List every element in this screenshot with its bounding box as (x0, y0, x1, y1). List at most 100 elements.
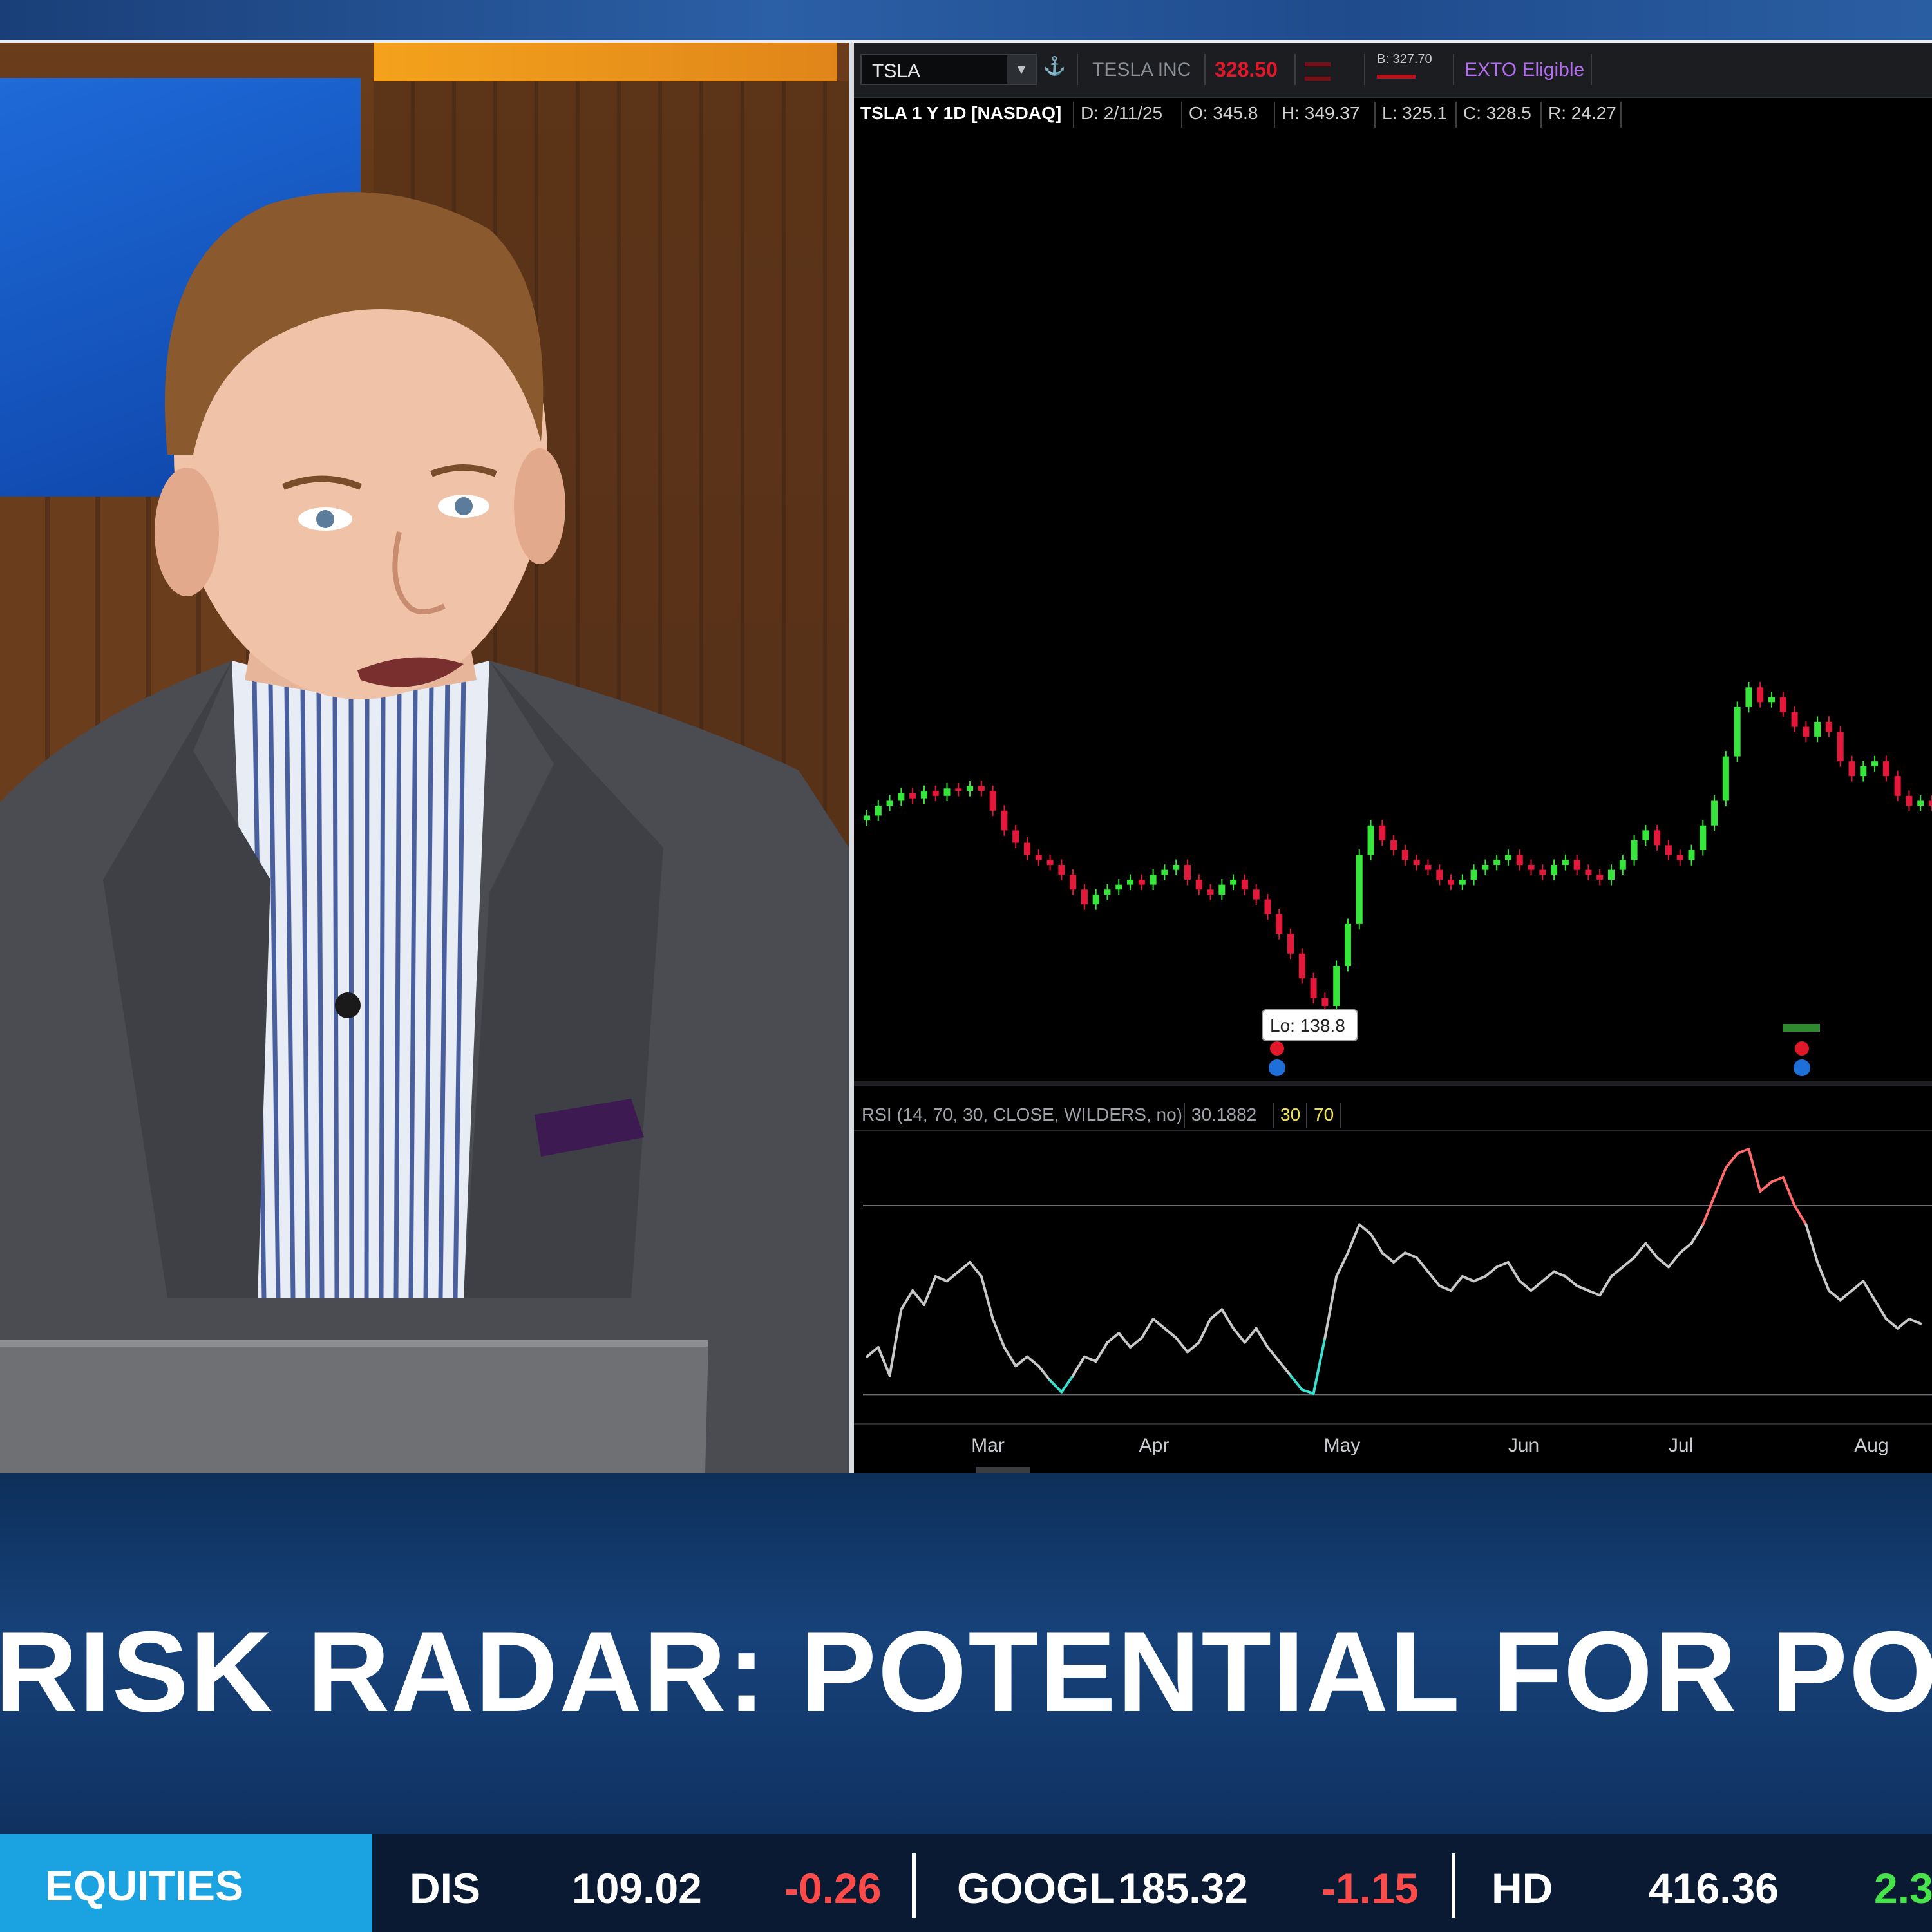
candle-body (1757, 687, 1764, 703)
rsi-line-segment (1323, 1275, 1338, 1340)
rsi-line-segment (1003, 1346, 1018, 1368)
rsi-line-segment (1759, 1180, 1774, 1193)
candle-body (1092, 894, 1099, 905)
rsi-line-segment (1530, 1280, 1544, 1292)
candle-body (1012, 830, 1019, 843)
candle-body (1298, 953, 1305, 979)
lo-label: Lo: 138.8 (1270, 1016, 1345, 1036)
rsi-line-segment (1610, 1265, 1624, 1278)
rsi-line-segment (911, 1289, 925, 1306)
rsi-header-rule (854, 1130, 1932, 1131)
rsi-line-segment (1564, 1275, 1578, 1287)
price-candle (1596, 869, 1604, 886)
ticker-price: 416.36 (1649, 1864, 1779, 1912)
last-price: 328.50 (1215, 58, 1278, 81)
price-candle (1779, 692, 1786, 718)
link-icon[interactable]: ⚓ (1043, 55, 1066, 84)
rsi-line-segment (876, 1346, 891, 1377)
rsi-line-segment (1438, 1284, 1453, 1292)
price-candle (1745, 681, 1752, 713)
price-candle (1585, 864, 1592, 880)
candle-body (1504, 855, 1511, 860)
candle-body (1401, 850, 1408, 860)
presenter-figure (0, 192, 849, 1473)
price-candle (1367, 820, 1374, 861)
price-candle (1356, 849, 1363, 930)
rsi-line-segment (1403, 1251, 1418, 1259)
scrollbar-thumb[interactable] (976, 1467, 1030, 1473)
price-candle (1757, 681, 1764, 708)
candle-body (1768, 697, 1776, 703)
net-change-blurred: ▬▬ ▬▬ (1305, 55, 1331, 84)
lo-annotation: Lo: 138.8 (1262, 1009, 1820, 1076)
ticker-category-label: EQUITIES (45, 1862, 244, 1909)
ohlc-separator (1274, 102, 1275, 128)
candle-body (1848, 761, 1855, 777)
rsi-value: 30.1882 (1191, 1104, 1256, 1124)
time-axis-label: Jun (1508, 1435, 1539, 1456)
rsi-separator (1306, 1103, 1307, 1128)
price-candle (1516, 849, 1523, 871)
candle-body (1161, 869, 1168, 875)
price-candle (1127, 874, 1134, 891)
rsi-line-segment (1644, 1242, 1659, 1259)
toolbar-separator (1453, 54, 1454, 85)
ticker-symbol: GOOGL (957, 1864, 1115, 1912)
rsi-line-segment (922, 1275, 937, 1306)
ohlc-separator (1374, 102, 1376, 128)
price-candle (1562, 854, 1569, 871)
ohlc-separator (1455, 102, 1457, 128)
candle-body (1917, 800, 1924, 806)
price-candle (1528, 859, 1535, 876)
candle-body (1585, 869, 1592, 875)
rsi-line-segment (1896, 1318, 1911, 1330)
rsi-line-segment (1736, 1148, 1750, 1155)
toolbar-separator (1204, 54, 1206, 85)
ohlc-low: L: 325.1 (1382, 103, 1448, 123)
price-candle (1413, 854, 1420, 871)
exto-eligible[interactable]: EXTO Eligible (1464, 59, 1584, 81)
rsi-line-segment (1724, 1152, 1739, 1170)
candle-body (1871, 761, 1879, 766)
rsi-line-segment (1048, 1379, 1063, 1394)
candle-body (1562, 860, 1569, 865)
price-candle (1837, 726, 1844, 767)
candle-body (1482, 864, 1489, 870)
candle-body (1791, 712, 1798, 727)
candle-body (1241, 879, 1248, 890)
price-candle (1161, 864, 1168, 880)
rsi-line-segment (1060, 1374, 1075, 1394)
time-axis-label: Jul (1669, 1435, 1693, 1456)
candle-body (1046, 860, 1054, 865)
ohlc-range: R: 24.27 (1548, 103, 1616, 123)
rsi-line-segment (1106, 1332, 1121, 1344)
candle-body (1814, 721, 1821, 737)
toolbar-separator (1591, 54, 1592, 85)
headline-text: RISK RADAR: POTENTIAL FOR POLICY DI (0, 1607, 1932, 1736)
rsi-line-segment (1816, 1261, 1830, 1292)
price-rsi-chart[interactable]: Lo: 138.8 RSI (14, 70, 30, CLOSE, WILDER… (854, 130, 1932, 1473)
price-candle (1631, 835, 1638, 866)
price-candle (920, 785, 927, 804)
presenter-ear-right (514, 448, 565, 564)
rsi-line-segment (1186, 1341, 1200, 1354)
rsi-line-segment (1175, 1336, 1189, 1354)
price-candle (1070, 869, 1077, 895)
price-candle (1253, 884, 1260, 905)
price-candle (1241, 874, 1248, 895)
rsi-line-segment (1243, 1327, 1258, 1344)
rsi-line-segment (1072, 1355, 1086, 1377)
candle-body (1860, 766, 1867, 777)
chart-title: TSLA 1 Y 1D [NASDAQ] (860, 103, 1062, 123)
chevron-down-icon[interactable]: ▼ (1007, 55, 1036, 84)
rsi-line-segment (934, 1275, 949, 1283)
symbol-selector[interactable]: TSLA ▼ (860, 54, 1037, 85)
ticker-price: 109.02 (572, 1864, 702, 1912)
price-candle (1848, 755, 1855, 782)
ticker-category: EQUITIES (0, 1834, 372, 1932)
candle-body (1333, 965, 1340, 1006)
candle-body (864, 815, 870, 821)
candle-body (1894, 776, 1901, 796)
ticker-change: -0.26 (784, 1864, 882, 1912)
rsi-line-segment (1713, 1166, 1727, 1198)
